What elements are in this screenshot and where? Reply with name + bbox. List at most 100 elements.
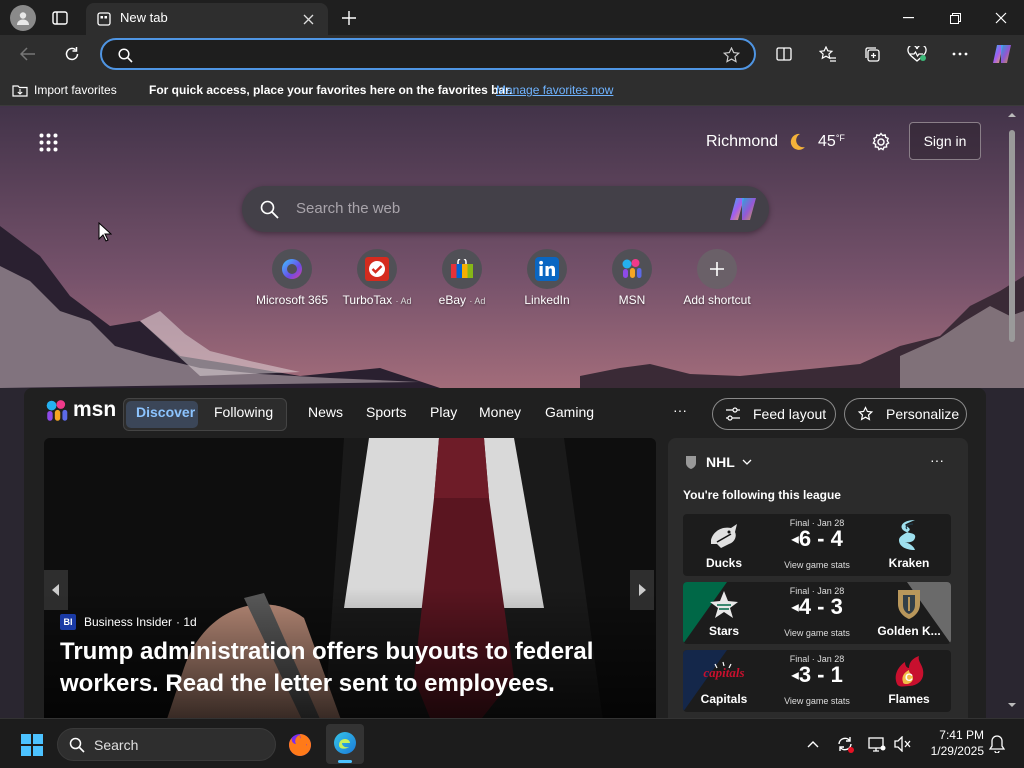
- nhl-more-button[interactable]: ···: [930, 452, 944, 468]
- split-screen-icon[interactable]: [772, 43, 796, 65]
- tab-money[interactable]: Money: [479, 404, 521, 420]
- article-headline[interactable]: Trump administration offers buyouts to f…: [60, 636, 620, 700]
- article-source[interactable]: Business Insider: [84, 615, 172, 629]
- scroll-up-arrow-icon[interactable]: [1006, 110, 1018, 120]
- tab-play[interactable]: Play: [430, 404, 457, 420]
- clock-time: 7:41 PM: [939, 728, 984, 742]
- nhl-subtitle: You're following this league: [683, 488, 841, 502]
- page-scrollbar[interactable]: [1006, 110, 1018, 714]
- copilot-icon[interactable]: [989, 42, 1015, 66]
- favorites-bar-message: For quick access, place your favorites h…: [149, 83, 513, 97]
- article-age: · 1d: [176, 615, 197, 629]
- notifications-bell-icon[interactable]: [986, 733, 1008, 755]
- scroll-down-arrow-icon[interactable]: [1006, 700, 1018, 710]
- profile-avatar-icon[interactable]: [10, 5, 36, 31]
- view-game-stats-link[interactable]: View game stats: [773, 696, 861, 706]
- home-team-name: Capitals: [700, 692, 748, 706]
- mouse-cursor-icon: [98, 222, 112, 242]
- taskbar-search-box[interactable]: Search: [57, 728, 276, 761]
- game-card-ducks-kraken[interactable]: Ducks Final · Jan 28 ◀6 - 4 View game st…: [683, 514, 951, 576]
- carousel-next-button[interactable]: [630, 570, 654, 610]
- sign-in-label: Sign in: [923, 133, 967, 149]
- nhl-scores-card: NHL ··· You're following this league Duc…: [668, 438, 968, 718]
- score-text: 3 - 1: [798, 662, 843, 687]
- copilot-icon[interactable]: [726, 194, 760, 224]
- collections-icon[interactable]: [860, 43, 884, 65]
- tab-actions-icon[interactable]: [50, 9, 70, 27]
- manage-favorites-link[interactable]: Manage favorites now: [496, 83, 613, 97]
- chevron-up-icon[interactable]: [804, 735, 822, 753]
- back-arrow-icon[interactable]: [16, 43, 40, 65]
- close-window-icon[interactable]: [989, 8, 1013, 28]
- home-team-name: Stars: [708, 624, 740, 638]
- shortcut-linkedin[interactable]: LinkedIn: [504, 249, 590, 307]
- flames-logo-icon: C: [891, 654, 927, 690]
- feed-layout-button[interactable]: Feed layout: [712, 398, 836, 430]
- game-card-capitals-flames[interactable]: capitals Capitals Final · Jan 28 ◀3 - 1 …: [683, 650, 951, 712]
- view-game-stats-link[interactable]: View game stats: [773, 560, 861, 570]
- browser-essentials-icon[interactable]: [904, 43, 930, 65]
- shortcut-msn[interactable]: MSN: [589, 249, 675, 307]
- shortcut-ad-tag: · Ad: [395, 296, 412, 306]
- sliders-icon: [726, 407, 740, 421]
- network-icon[interactable]: [866, 733, 888, 755]
- restore-icon[interactable]: [943, 8, 967, 28]
- weather-widget[interactable]: Richmond 45 °F: [706, 130, 845, 154]
- edge-app-button[interactable]: [326, 724, 364, 764]
- scrollbar-thumb[interactable]: [1009, 130, 1015, 342]
- article-source-line: BI Business Insider · 1d: [60, 614, 197, 630]
- address-bar-input[interactable]: [100, 38, 756, 70]
- personalize-button[interactable]: Personalize: [844, 398, 967, 430]
- clock[interactable]: 7:41 PM 1/29/2025: [922, 727, 984, 759]
- favorites-icon[interactable]: [816, 43, 840, 65]
- minimize-icon[interactable]: [896, 8, 920, 28]
- view-game-stats-link[interactable]: View game stats: [773, 628, 861, 638]
- windows-start-icon[interactable]: [20, 733, 44, 757]
- capitals-logo-icon: capitals: [703, 660, 745, 686]
- firefox-app-icon[interactable]: [286, 731, 314, 759]
- close-tab-icon[interactable]: [300, 11, 316, 27]
- tab-news[interactable]: News: [308, 404, 343, 420]
- kraken-logo-icon: [895, 518, 923, 554]
- tab-sports[interactable]: Sports: [366, 404, 406, 420]
- game-card-stars-golden-knights[interactable]: Stars Final · Jan 28 ◀4 - 3 View game st…: [683, 582, 951, 644]
- microsoft-365-icon: [272, 249, 312, 289]
- apps-launcher-icon[interactable]: [36, 130, 60, 154]
- svg-text:C: C: [905, 672, 913, 684]
- refresh-icon[interactable]: [60, 43, 84, 65]
- sign-in-button[interactable]: Sign in: [909, 122, 981, 160]
- shortcut-ebay[interactable]: eBay · Ad: [419, 249, 505, 307]
- new-tab-plus-icon[interactable]: [338, 7, 360, 29]
- msn-logo[interactable]: msn: [44, 397, 116, 425]
- import-favorites-link[interactable]: Import favorites: [34, 83, 117, 97]
- shortcut-microsoft-365[interactable]: Microsoft 365: [249, 249, 335, 307]
- nhl-title[interactable]: NHL: [706, 454, 735, 470]
- shortcut-turbotax[interactable]: TurboTax · Ad: [334, 249, 420, 307]
- shortcut-add[interactable]: Add shortcut: [674, 249, 760, 307]
- add-shortcut-plus-icon: [697, 249, 737, 289]
- tab-title: New tab: [120, 10, 168, 25]
- page-settings-gear-icon[interactable]: [868, 129, 894, 155]
- chevron-down-icon[interactable]: [740, 456, 754, 468]
- settings-more-icon[interactable]: [948, 43, 972, 65]
- tab-following[interactable]: Following: [214, 404, 273, 420]
- favorite-star-icon[interactable]: [720, 45, 742, 65]
- tab-gaming[interactable]: Gaming: [545, 404, 594, 420]
- shortcut-ad-tag: · Ad: [469, 296, 486, 306]
- msn-feed: msn Discover Following News Sports Play …: [24, 388, 986, 718]
- ebay-icon: [442, 249, 482, 289]
- score-text: 4 - 3: [798, 594, 843, 619]
- golden-knights-logo-icon: [895, 587, 923, 621]
- weather-temperature: 45: [818, 133, 836, 150]
- score-text: 6 - 4: [798, 526, 843, 551]
- import-favorites-icon: [11, 82, 29, 98]
- volume-muted-icon[interactable]: [892, 733, 914, 755]
- tab-new-tab[interactable]: New tab: [86, 3, 328, 35]
- web-search-box[interactable]: Search the web: [242, 186, 769, 232]
- more-tabs-button[interactable]: ···: [673, 402, 687, 418]
- taskbar-search-label: Search: [94, 737, 139, 753]
- carousel-prev-button[interactable]: [44, 570, 68, 610]
- sync-status-icon[interactable]: [834, 733, 856, 755]
- hero-article-card[interactable]: BI Business Insider · 1d Trump administr…: [44, 438, 656, 718]
- business-insider-badge-icon: BI: [60, 614, 76, 630]
